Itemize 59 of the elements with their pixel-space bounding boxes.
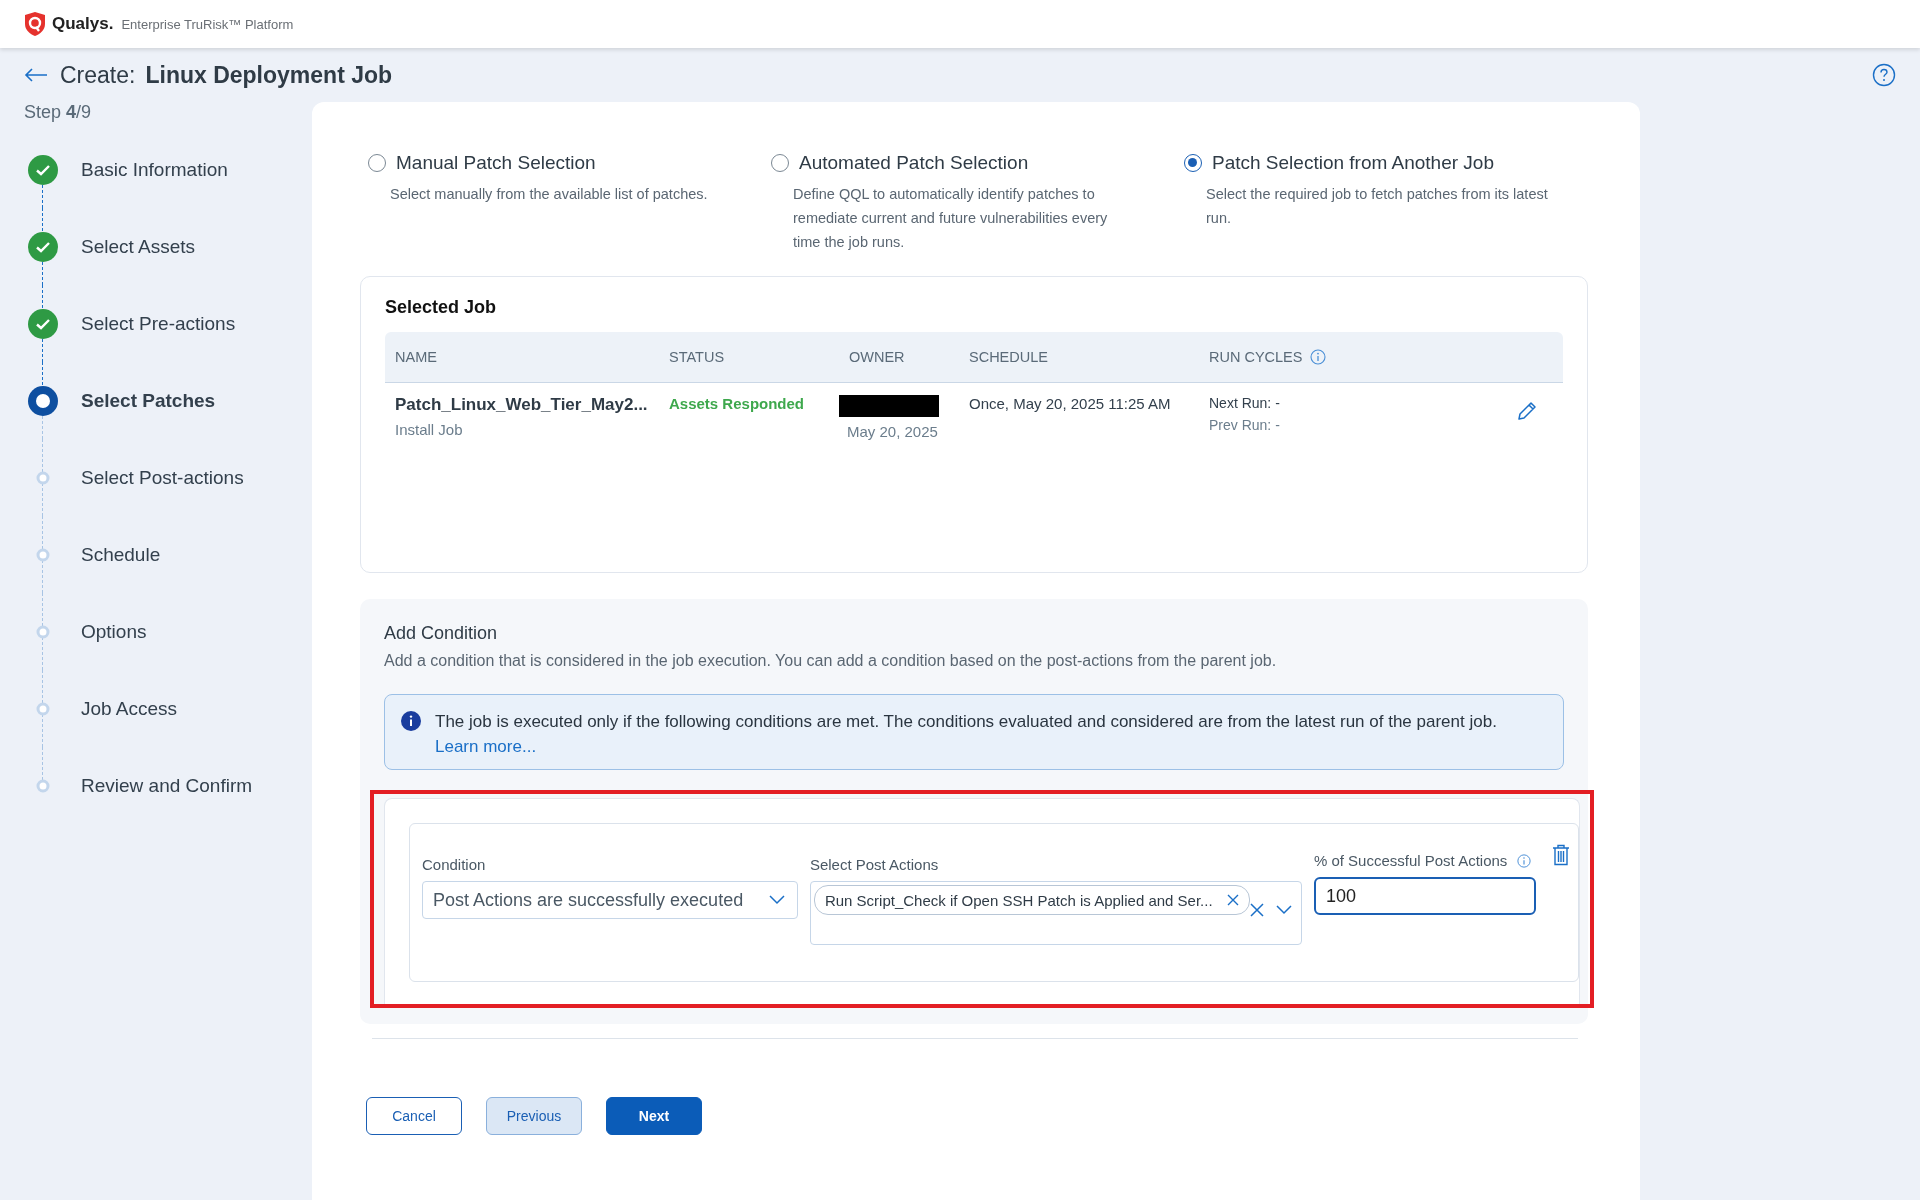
schedule-cell-text: Once, May 20, 2025 11:25 AM <box>969 395 1172 412</box>
shield-logo-icon <box>24 11 46 37</box>
learn-more-link[interactable]: Learn more... <box>435 737 537 756</box>
edit-pencil-icon[interactable] <box>1515 399 1539 423</box>
chevron-down-icon[interactable] <box>1275 905 1292 915</box>
option-description: Select manually from the available list of patches. <box>390 185 709 204</box>
step-label[interactable]: Select Assets <box>81 235 196 258</box>
field-label: Select Post Actions <box>809 856 940 873</box>
info-icon <box>1310 349 1327 365</box>
info-icon <box>1517 853 1532 868</box>
back-arrow-icon[interactable] <box>24 68 48 82</box>
section-title: Add Condition <box>384 623 499 644</box>
column-header: NAME <box>395 349 437 365</box>
info-text: The job is executed only if the following conditions are met. The conditions evaluated and considered are from the latest run of the parent job. Learn more... <box>435 711 1498 758</box>
radio-label[interactable]: Automated Patch Selection <box>799 152 1029 174</box>
clear-icon[interactable] <box>1249 903 1264 917</box>
step-label[interactable]: Select Post-actions <box>81 466 244 489</box>
owner-date: May 20, 2025 <box>846 423 939 440</box>
trash-icon[interactable] <box>1552 844 1570 866</box>
brand-name: Qualys. <box>52 14 114 34</box>
option-description: Define QQL to automatically identify patches to remediate current and future vulnerabilities every time the job runs. <box>793 185 1109 252</box>
previous-button[interactable]: Previous <box>486 1097 582 1135</box>
product-name: Enterprise TruRisk™ Platform <box>121 16 294 32</box>
option-description: Select the required job to fetch patches from its latest run. <box>1206 185 1549 228</box>
page-title: Linux Deployment Job <box>145 61 393 89</box>
step-label[interactable]: Options <box>81 620 147 643</box>
column-header: RUN CYCLES <box>1209 349 1303 365</box>
condition-dropdown[interactable]: Post Actions are successfully executed <box>422 881 798 919</box>
chevron-down-icon[interactable] <box>768 895 785 905</box>
remove-icon[interactable] <box>1226 894 1239 906</box>
job-status: Assets Responded <box>669 395 806 412</box>
step-counter: Step 4/9 <box>24 102 93 123</box>
cancel-button[interactable]: Cancel <box>366 1097 462 1135</box>
step-label[interactable]: Review and Confirm <box>81 774 253 797</box>
selected-chip[interactable]: Run Script_Check if Open SSH Patch is Applied and Ser... <box>813 885 1250 915</box>
next-run: Next Run: - <box>1209 395 1281 411</box>
step-label[interactable]: Select Patches <box>81 389 216 412</box>
field-label: % of Successful Post Actions <box>1313 852 1508 869</box>
section-title: Selected Job <box>385 297 498 318</box>
help-icon[interactable] <box>1872 63 1896 87</box>
column-header: STATUS <box>669 349 725 365</box>
step-label[interactable]: Job Access <box>81 697 178 720</box>
post-actions-multiselect[interactable]: Run Script_Check if Open SSH Patch is Applied and Ser... <box>809 881 1302 945</box>
field-label: Condition <box>422 856 487 873</box>
page-title-prefix: Create: <box>60 61 136 89</box>
section-description: Add a condition that is considered in the job execution. You can add a condition based on the post-actions from the parent job. <box>384 652 1278 670</box>
info-icon <box>401 711 421 731</box>
radio-label[interactable]: Patch Selection from Another Job <box>1212 152 1494 174</box>
column-header: SCHEDULE <box>969 349 1048 365</box>
column-header: OWNER <box>849 349 905 365</box>
job-name: Patch_Linux_Web_Tier_May2... <box>395 395 649 415</box>
radio-label[interactable]: Manual Patch Selection <box>396 152 596 174</box>
step-label[interactable]: Schedule <box>81 543 161 566</box>
percent-input[interactable]: 100 <box>1313 877 1536 915</box>
job-type: Install Job <box>395 421 464 438</box>
prev-run: Prev Run: - <box>1209 417 1281 433</box>
step-label[interactable]: Basic Information <box>81 158 228 181</box>
next-button[interactable]: Next <box>606 1097 702 1135</box>
step-label[interactable]: Select Pre-actions <box>81 312 236 335</box>
